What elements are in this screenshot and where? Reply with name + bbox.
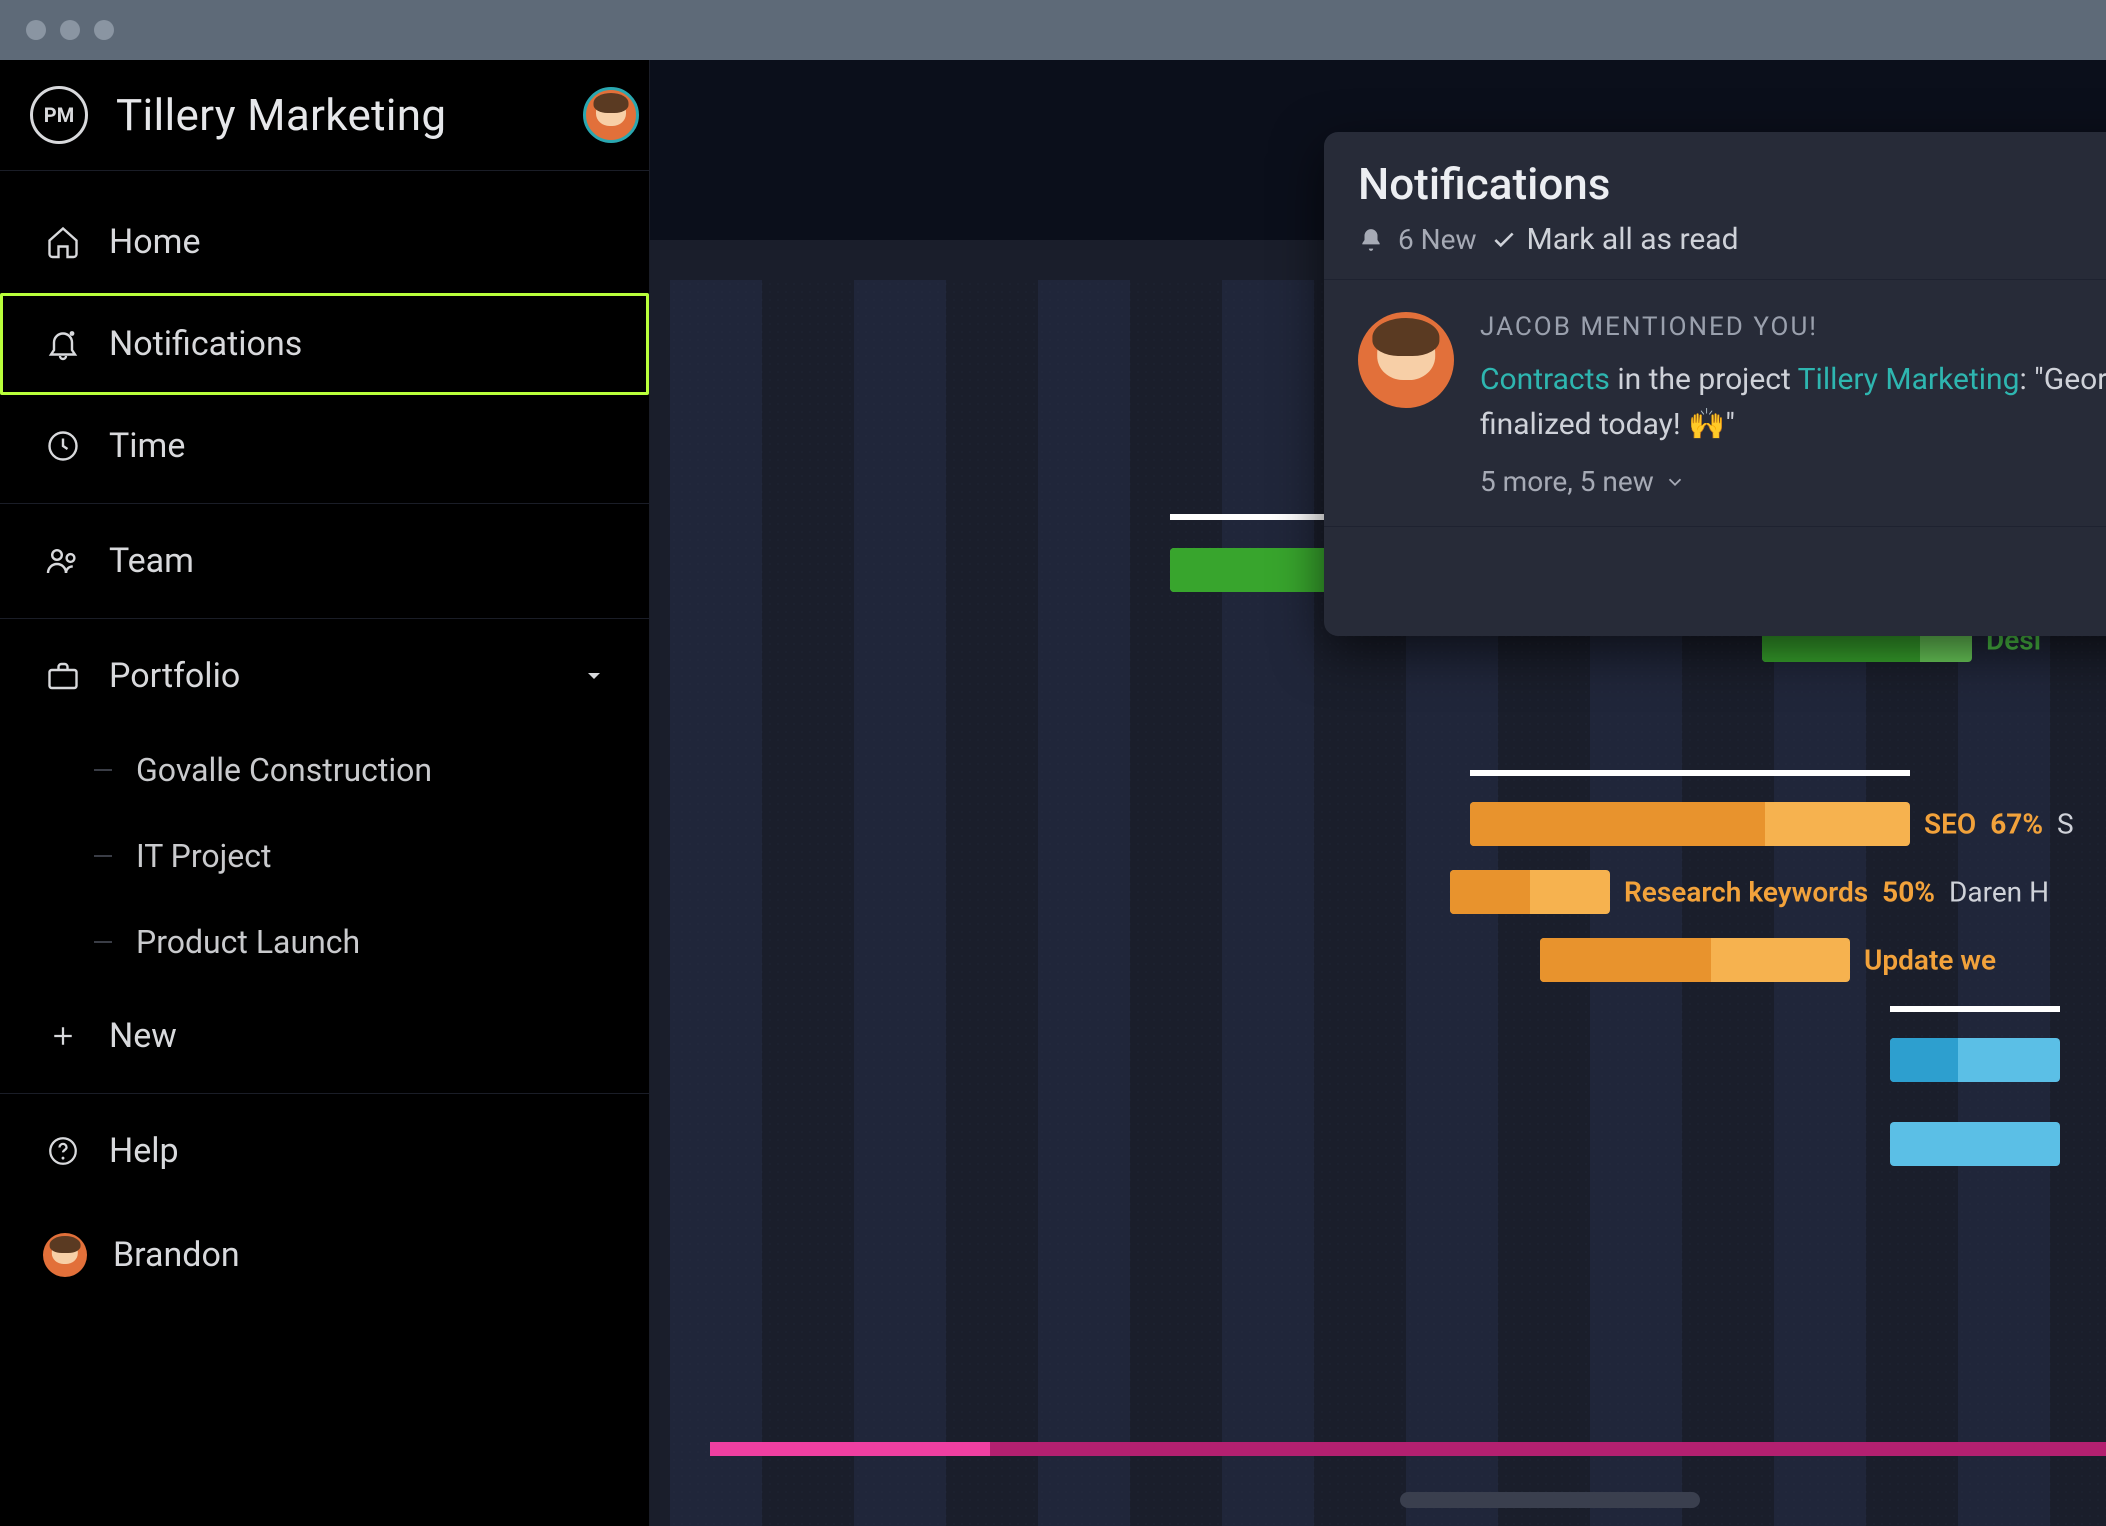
sidebar-item-time[interactable]: Time bbox=[0, 395, 649, 497]
sidebar-item-team[interactable]: Team bbox=[0, 510, 649, 612]
gantt-bar[interactable]: Update we bbox=[1540, 938, 1850, 982]
sidebar: PM Tillery Marketing Home Notifications bbox=[0, 60, 650, 1526]
brand-bar: PM Tillery Marketing bbox=[0, 60, 649, 171]
sidebar-item-label: Home bbox=[109, 222, 201, 262]
portfolio-child[interactable]: IT Project bbox=[70, 813, 649, 899]
notif-heading: JACOB MENTIONED YOU! bbox=[1480, 312, 2106, 342]
portfolio-child[interactable]: Product Launch bbox=[70, 899, 649, 985]
gantt-bar[interactable] bbox=[1890, 1038, 2060, 1082]
portfolio-children: Govalle Construction IT Project Product … bbox=[0, 727, 649, 985]
mark-all-label: Mark all as read bbox=[1527, 222, 1739, 257]
sub-item-label: IT Project bbox=[136, 837, 271, 875]
gantt-bar[interactable]: Research keywords 50% Daren H bbox=[1450, 870, 1610, 914]
traffic-close[interactable] bbox=[26, 20, 46, 40]
window-titlebar bbox=[0, 0, 2106, 60]
project-title[interactable]: Tillery Marketing bbox=[116, 89, 446, 141]
traffic-min[interactable] bbox=[60, 20, 80, 40]
sidebar-item-home[interactable]: Home bbox=[0, 191, 649, 293]
bell-icon bbox=[1358, 227, 1384, 253]
notif-message: Contracts in the project Tillery Marketi… bbox=[1480, 357, 2106, 447]
sidebar-nav: Home Notifications Time Team bbox=[0, 171, 649, 1308]
avatar bbox=[43, 1233, 87, 1277]
expand-more-button[interactable]: 5 more, 5 new bbox=[1480, 465, 2106, 498]
new-count: 6 New bbox=[1398, 223, 1477, 256]
sidebar-item-label: New bbox=[109, 1016, 177, 1056]
bar-name: Research keywords bbox=[1624, 876, 1868, 909]
bar-name: SEO bbox=[1924, 808, 1976, 841]
clock-icon bbox=[43, 426, 83, 466]
popover-divider bbox=[1324, 526, 2106, 527]
sidebar-item-new[interactable]: New bbox=[0, 985, 649, 1087]
sidebar-item-help[interactable]: Help bbox=[0, 1100, 649, 1202]
avatar bbox=[1358, 312, 1454, 408]
sidebar-divider bbox=[0, 618, 649, 619]
sidebar-item-label: Time bbox=[109, 426, 185, 466]
sub-item-label: Govalle Construction bbox=[136, 751, 432, 789]
notifications-popover: Notifications 6 New Mark all as read bbox=[1324, 132, 2106, 636]
sidebar-divider bbox=[0, 503, 649, 504]
sidebar-item-label: Notifications bbox=[109, 324, 302, 364]
sidebar-divider bbox=[0, 1093, 649, 1094]
popover-title: Notifications bbox=[1358, 158, 1739, 210]
gantt-summary bbox=[1470, 770, 1910, 776]
sidebar-item-notifications[interactable]: Notifications bbox=[0, 293, 649, 395]
briefcase-icon bbox=[43, 656, 83, 696]
gantt-summary bbox=[1890, 1006, 2060, 1012]
notif-link-project[interactable]: Tillery Marketing bbox=[1798, 362, 2020, 397]
app-logo[interactable]: PM bbox=[30, 86, 88, 144]
main-content: F S S ke Horn ps, Jennife W bbox=[650, 60, 2106, 1526]
gantt-bar[interactable] bbox=[1890, 1122, 2060, 1166]
plus-icon bbox=[43, 1016, 83, 1056]
more-label: 5 more, 5 new bbox=[1480, 465, 1654, 498]
popover-divider bbox=[1324, 279, 2106, 280]
bar-pct: 50% bbox=[1882, 876, 1935, 909]
home-icon bbox=[43, 222, 83, 262]
gantt-progress-overall bbox=[710, 1442, 2106, 1456]
horizontal-scrollbar[interactable] bbox=[1400, 1492, 1700, 1508]
chevron-down-icon bbox=[582, 664, 606, 688]
traffic-max[interactable] bbox=[94, 20, 114, 40]
sidebar-item-label: Portfolio bbox=[109, 656, 240, 696]
mark-all-read-button[interactable]: Mark all as read bbox=[1491, 222, 1739, 257]
notification-item[interactable]: JACOB MENTIONED YOU! 3h Contracts in the… bbox=[1358, 302, 2106, 504]
sub-item-label: Product Launch bbox=[136, 923, 360, 961]
help-icon bbox=[43, 1131, 83, 1171]
sidebar-item-portfolio[interactable]: Portfolio bbox=[0, 625, 649, 727]
team-icon bbox=[43, 541, 83, 581]
sidebar-item-user[interactable]: Brandon bbox=[0, 1202, 649, 1308]
sidebar-item-label: Help bbox=[109, 1131, 179, 1171]
bell-icon bbox=[43, 324, 83, 364]
notif-link-task[interactable]: Contracts bbox=[1480, 362, 1610, 397]
portfolio-child[interactable]: Govalle Construction bbox=[70, 727, 649, 813]
bar-assignee: S bbox=[2057, 808, 2074, 841]
sidebar-item-label: Brandon bbox=[113, 1235, 240, 1275]
bar-assignee: Daren H bbox=[1949, 876, 2049, 909]
gantt-bar[interactable]: SEO 67% S bbox=[1470, 802, 1910, 846]
project-avatar[interactable] bbox=[583, 87, 639, 143]
bar-name: Update we bbox=[1864, 944, 1996, 977]
bar-pct: 67% bbox=[1990, 808, 2043, 841]
sidebar-item-label: Team bbox=[109, 541, 194, 581]
